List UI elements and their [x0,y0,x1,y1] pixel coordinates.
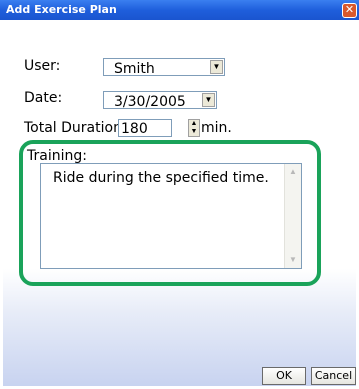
window-title: Add Exercise Plan [6,3,117,16]
training-scrollbar[interactable]: ▲ ▼ [284,164,301,268]
close-button[interactable]: ✕ [342,3,357,18]
close-icon: ✕ [344,3,355,16]
chevron-down-icon[interactable]: ▼ [202,93,215,107]
training-label: Training: [27,148,87,164]
duration-unit: min. [201,120,232,136]
scroll-up-icon[interactable]: ▲ [287,166,299,178]
title-bar: Add Exercise Plan ✕ [0,0,359,20]
cancel-button[interactable]: Cancel [311,367,356,385]
duration-spinner[interactable]: ▲ ▼ [188,119,200,137]
user-value: Smith [114,61,155,77]
ok-button[interactable]: OK [262,367,306,385]
duration-input[interactable]: 180 [118,119,172,137]
scroll-down-icon[interactable]: ▼ [287,254,299,266]
duration-label: Total Duration [24,120,122,136]
training-text: Ride during the specified time. [53,170,269,186]
training-textarea[interactable]: Ride during the specified time. ▲ ▼ [40,163,302,269]
date-label: Date: [24,90,63,106]
chevron-down-icon[interactable]: ▼ [210,60,223,74]
user-combobox[interactable]: Smith ▼ [103,58,225,77]
spinner-up-icon[interactable]: ▲ [189,120,199,128]
date-value: 3/30/2005 [114,94,186,110]
spinner-down-icon[interactable]: ▼ [189,128,199,136]
duration-value: 180 [121,121,148,137]
user-label: User: [24,58,61,74]
date-picker[interactable]: 3/30/2005 ▼ [103,91,217,110]
